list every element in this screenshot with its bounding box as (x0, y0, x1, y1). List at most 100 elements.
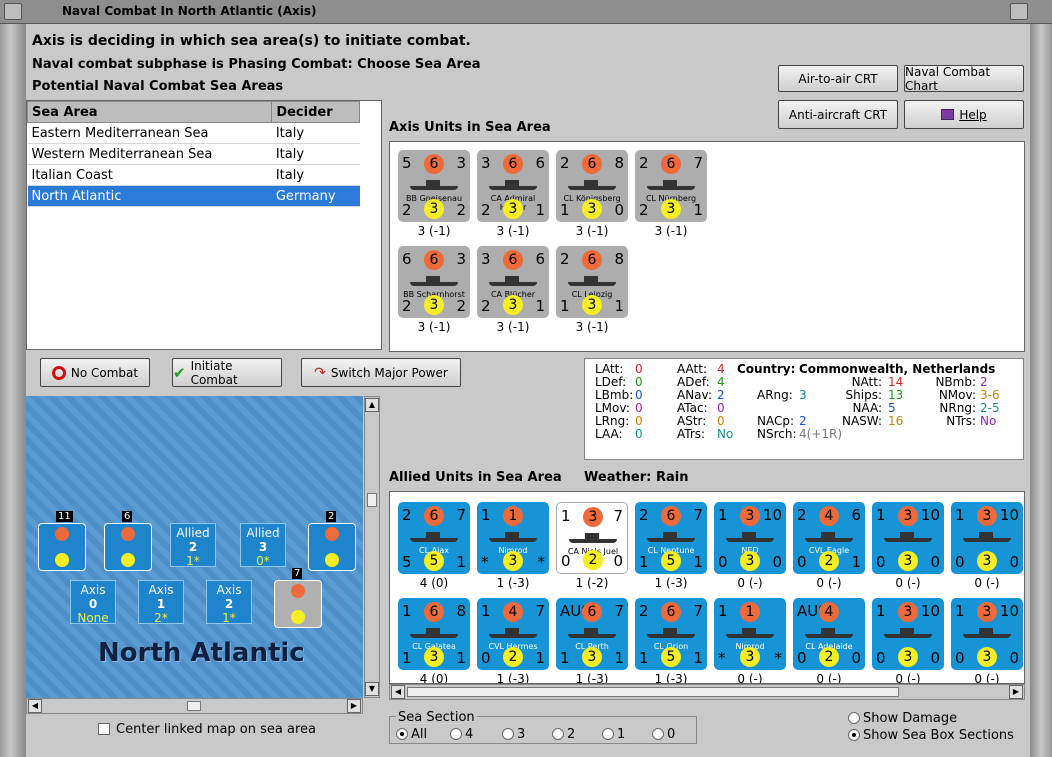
counter-top-left: 1 (876, 506, 886, 524)
map-unit-stack[interactable] (38, 523, 86, 571)
map-unit-stack[interactable] (274, 580, 322, 628)
unit-counter[interactable]: 1 3 10 0 3 0 (872, 502, 944, 574)
map-hscroll-thumb[interactable] (187, 701, 201, 711)
table-row[interactable]: Western Mediterranean Sea Italy (27, 143, 360, 165)
country-value: Commonwealth, Netherlands (799, 362, 996, 376)
scroll-right-icon[interactable]: ▶ (1009, 685, 1023, 699)
table-row[interactable]: Eastern Mediterranean Sea Italy (27, 122, 360, 144)
sea-area-map[interactable]: North Atlantic Allied 2 1* Allied 3 0* Axis 0 No… (26, 396, 363, 698)
sea-box[interactable]: Axis 2 1* (206, 580, 252, 625)
attack-value: 3 (977, 602, 997, 622)
unit-counter[interactable]: 5 6 3 BB Gneisenau 2 3 2 (398, 150, 470, 222)
unit-counter[interactable]: 2 6 8 CL Königsberg 1 3 0 (556, 150, 628, 222)
switch-arrow-icon: ↷ (314, 364, 326, 381)
unit-counter[interactable]: 1 3 10 0 3 0 (872, 598, 944, 670)
switch-major-power-button[interactable]: ↷ Switch Major Power (301, 358, 461, 387)
unit-counter[interactable]: 2 6 7 CL Nürnberg 2 3 1 (635, 150, 707, 222)
map-scroll-left-icon[interactable]: ◀ (28, 699, 42, 713)
counter-top-right: 8 (456, 602, 466, 620)
unit-counter[interactable]: 11Nimrod*3* (714, 598, 786, 670)
map-unit-stack[interactable] (104, 523, 152, 571)
sea-section-option[interactable]: 0 (652, 727, 675, 742)
table-row-selected[interactable]: North Atlantic Germany (27, 185, 360, 207)
sea-box[interactable]: Allied 3 0* (240, 523, 286, 568)
defense-value: 3 (503, 551, 523, 571)
counter-top-left: 2 (639, 506, 649, 524)
unit-counter[interactable]: 1 3 10 0 3 0 (951, 502, 1023, 574)
unit-counter[interactable]: 137CA Niels Juel020 (556, 502, 628, 574)
center-map-checkbox-row[interactable]: Center linked map on sea area (98, 722, 316, 737)
sea-box[interactable]: Allied 2 1* (170, 523, 216, 568)
counter-top-right: 7 (535, 602, 545, 620)
sea-section-option[interactable]: 2 (552, 727, 575, 742)
unit-counter[interactable]: 1 4 7 CVL Hermes 0 2 1 (477, 598, 549, 670)
show-damage-option[interactable]: Show Damage (848, 711, 957, 726)
scroll-up-icon[interactable]: ▲ (365, 398, 379, 412)
map-vscroll-thumb[interactable] (367, 493, 377, 507)
help-button[interactable]: Help (904, 100, 1024, 129)
unit-counter[interactable]: 3 6 6 CA Blücher 2 3 1 (477, 246, 549, 318)
counter-bottom-left: 1 (560, 297, 570, 315)
sea-box[interactable]: Axis 0 None (70, 580, 116, 625)
counter-bottom-right: 0 (930, 553, 940, 571)
sea-box[interactable]: Axis 1 2* (138, 580, 184, 625)
no-combat-button[interactable]: No Combat (40, 358, 150, 387)
map-scroll-right-icon[interactable]: ▶ (347, 699, 361, 713)
map-horizontal-scrollbar[interactable]: ◀ ▶ (26, 698, 363, 714)
unit-counter[interactable]: AUS 4 CL Adelaide 0 2 0 (793, 598, 865, 670)
attack-value: 6 (424, 506, 444, 526)
unit-counter[interactable]: 11Nimrod*3* (477, 502, 549, 574)
stat-value: 0 (717, 401, 725, 415)
scroll-left-icon[interactable]: ◀ (391, 685, 405, 699)
show-damage-radio[interactable] (848, 712, 860, 724)
unit-counter[interactable]: 1310NED030 (714, 502, 786, 574)
show-sea-box-option[interactable]: Show Sea Box Sections (848, 728, 1014, 743)
stat-label: ATac: (677, 401, 708, 415)
col-sea-area[interactable]: Sea Area (26, 101, 273, 123)
counter-top-right: 7 (456, 506, 466, 524)
scroll-down-icon[interactable]: ▼ (365, 682, 379, 696)
system-menu-icon[interactable] (4, 3, 22, 20)
naval-combat-chart-button[interactable]: Naval Combat Chart (904, 65, 1024, 93)
unit-counter[interactable]: 2 6 7 CL Neptune 1 5 1 (635, 502, 707, 574)
map-vertical-scrollbar[interactable]: ▲ ▼ (364, 396, 380, 698)
sea-section-radio[interactable] (450, 728, 462, 740)
sea-section-option[interactable]: All (396, 727, 427, 742)
sea-section-option[interactable]: 4 (450, 727, 473, 742)
allied-scrollbar[interactable]: ◀ ▶ (389, 684, 1025, 700)
initiate-combat-button[interactable]: ✔ Initiate Combat (172, 358, 282, 387)
unit-combat-value: 3 (-1) (654, 224, 688, 238)
sea-section-option[interactable]: 3 (502, 727, 525, 742)
stat-value: 4 (717, 375, 725, 389)
sea-section-radio[interactable] (502, 728, 514, 740)
unit-counter[interactable]: 2 6 8 CL Leipzig 1 3 1 (556, 246, 628, 318)
sea-section-radio[interactable] (602, 728, 614, 740)
unit-counter[interactable]: 2 6 7 CL Ajax 5 5 1 (398, 502, 470, 574)
unit-counter[interactable]: 2 4 6 CVL Eagle 0 2 1 (793, 502, 865, 574)
center-map-checkbox[interactable] (98, 723, 110, 735)
unit-counter[interactable]: 1 3 10 0 3 0 (951, 598, 1023, 670)
sea-section-option[interactable]: 1 (602, 727, 625, 742)
unit-combat-value: 3 (-1) (575, 224, 609, 238)
counter-top-right: 7 (693, 602, 703, 620)
unit-counter[interactable]: 1 6 8 CL Galatea 1 3 1 (398, 598, 470, 670)
map-unit-stack[interactable] (308, 523, 356, 571)
no-combat-label: No Combat (70, 365, 139, 380)
unit-combat-value: 0 (-) (895, 576, 921, 590)
counter-bottom-right: 1 (851, 553, 861, 571)
sea-section-radio[interactable] (552, 728, 564, 740)
air-to-air-crt-button[interactable]: Air-to-air CRT (778, 65, 898, 92)
close-icon[interactable] (1010, 3, 1028, 20)
sea-section-radio[interactable] (396, 728, 408, 740)
defense-value: 2 (583, 550, 603, 570)
unit-counter[interactable]: 366CA Admiral Hipper231 (477, 150, 549, 222)
scroll-thumb[interactable] (407, 687, 899, 697)
anti-aircraft-crt-button[interactable]: Anti-aircraft CRT (778, 100, 898, 129)
table-row[interactable]: Italian Coast Italy (27, 164, 360, 186)
show-sea-box-radio[interactable] (848, 729, 860, 741)
sea-section-radio[interactable] (652, 728, 664, 740)
unit-counter[interactable]: 2 6 7 CL Orion 1 5 1 (635, 598, 707, 670)
unit-counter[interactable]: 6 6 3 BB Scharnhorst 2 3 2 (398, 246, 470, 318)
col-decider[interactable]: Decider (271, 101, 360, 123)
unit-counter[interactable]: AUS 6 7 CL Perth 1 3 1 (556, 598, 628, 670)
